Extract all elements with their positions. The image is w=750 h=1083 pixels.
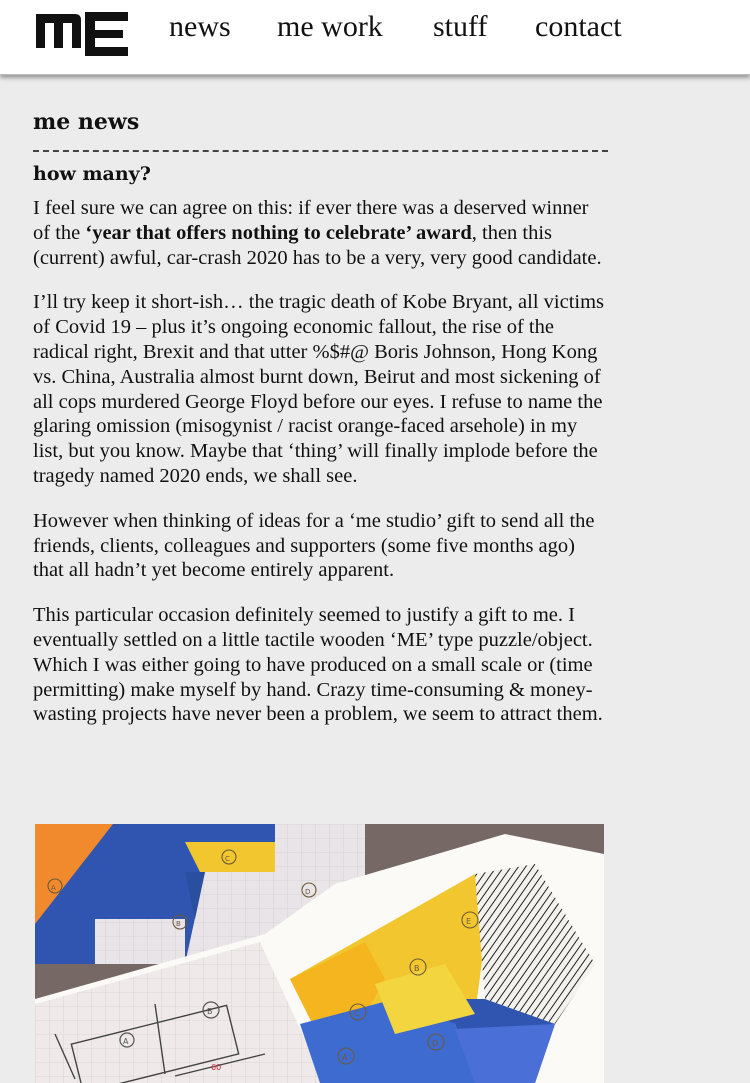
sketch-label-b: B xyxy=(207,1007,213,1016)
puzzle-label-c: C xyxy=(354,1009,360,1018)
sketch-dimension: 60 xyxy=(211,1063,221,1072)
puzzle-label-a: A xyxy=(342,1053,348,1062)
paragraph-4: This particular occasion definitely seem… xyxy=(33,604,603,726)
paragraph-3: However when thinking of ideas for a ‘me… xyxy=(33,509,595,582)
puzzle-photo-illustration: A B 60 A B C D E C D A B xyxy=(35,824,604,1083)
paragraph-1-bold: ‘year that offers nothing to celebrate’ … xyxy=(85,221,472,244)
puzzle-label-b: B xyxy=(414,964,420,973)
puzzle-label-e: E xyxy=(466,917,471,926)
paragraph-2: I’ll try keep it short-ish… the tragic d… xyxy=(33,291,605,487)
post-title[interactable]: how many? xyxy=(33,160,608,188)
paper-label-d: D xyxy=(305,888,310,896)
nav-contact[interactable]: contact xyxy=(535,10,622,44)
puzzle-photo: A B 60 A B C D E C D A B xyxy=(35,824,604,1083)
site-header: news me work stuff contact xyxy=(0,0,750,75)
paper-label-c: C xyxy=(225,855,230,863)
nav-me-work[interactable]: me work xyxy=(277,10,383,44)
paper-label-b: B xyxy=(176,920,181,928)
nav-stuff[interactable]: stuff xyxy=(433,10,487,44)
news-content: me news how many? I feel sure we can agr… xyxy=(33,104,608,727)
page-title: me news xyxy=(33,109,140,135)
me-logo xyxy=(36,12,128,56)
nav-news[interactable]: news xyxy=(169,10,231,44)
paragraph-1: I feel sure we can agree on this: if eve… xyxy=(33,196,608,270)
puzzle-label-d: D xyxy=(432,1039,438,1048)
sketch-label-a: A xyxy=(123,1037,129,1046)
dashed-divider xyxy=(33,150,608,152)
paper-label-a: A xyxy=(51,884,56,892)
